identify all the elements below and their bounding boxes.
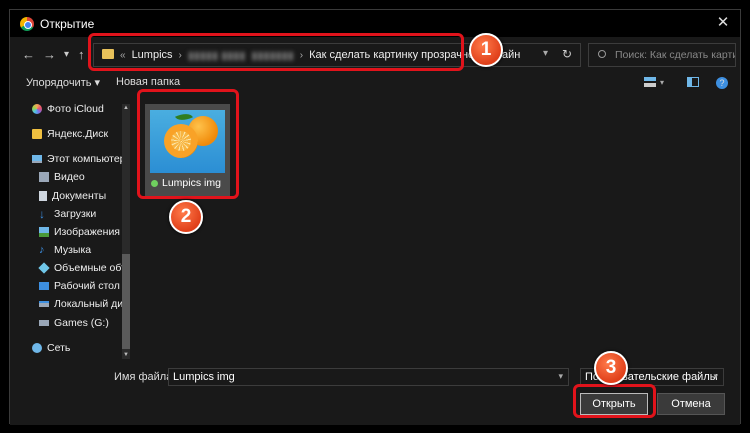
recent-locations-button[interactable]: ▾ bbox=[64, 49, 69, 60]
organize-button[interactable]: Упорядочить ▾ bbox=[26, 76, 100, 89]
step-badge-2: 2 bbox=[169, 200, 203, 234]
scroll-down-icon[interactable]: ▼ bbox=[122, 351, 130, 359]
step-badge-1: 1 bbox=[469, 33, 503, 67]
filename-label: Имя файла: bbox=[114, 371, 176, 383]
navigation-pane: Фото iCloud Яндекс.Диск Этот компьютер В… bbox=[10, 96, 132, 365]
command-bar: Упорядочить ▾ Новая папка ▾ ? bbox=[10, 73, 740, 95]
navigation-bar: ← → ▾ ↑ « Lumpics › ▮▮▮▮▮ ▮▮▮▮ ▮▮▮▮▮▮▮ ›… bbox=[10, 37, 740, 73]
open-file-dialog: Открытие ✕ ← → ▾ ↑ « Lumpics › ▮▮▮▮▮ ▮▮▮… bbox=[9, 9, 741, 425]
sidebar-item-this-pc[interactable]: Этот компьютер bbox=[32, 153, 126, 165]
video-icon bbox=[39, 172, 49, 182]
sidebar-item-icloud-photos[interactable]: Фото iCloud bbox=[32, 103, 104, 115]
sidebar-item-downloads[interactable]: ↓ Загрузки bbox=[39, 208, 96, 220]
sidebar-item-videos[interactable]: Видео bbox=[39, 171, 85, 183]
scroll-thumb[interactable] bbox=[122, 254, 130, 349]
preview-pane-icon[interactable] bbox=[687, 77, 699, 87]
breadcrumb-overflow[interactable]: « bbox=[120, 50, 126, 61]
search-icon bbox=[598, 50, 606, 58]
icloud-photos-icon bbox=[32, 104, 42, 114]
sidebar-item-3d-objects[interactable]: Объемные объ bbox=[38, 262, 128, 274]
network-icon bbox=[32, 343, 42, 353]
forward-button[interactable]: → bbox=[43, 47, 56, 62]
documents-icon bbox=[39, 191, 47, 201]
step-badge-3: 3 bbox=[594, 351, 628, 385]
sidebar-item-music[interactable]: ♪ Музыка bbox=[39, 244, 91, 256]
sidebar-scrollbar[interactable]: ▲ ▼ bbox=[122, 104, 130, 359]
drive-icon bbox=[39, 320, 49, 326]
open-button[interactable]: Открыть bbox=[580, 393, 648, 415]
view-dropdown-icon[interactable]: ▾ bbox=[660, 78, 664, 87]
file-item[interactable]: Lumpics img bbox=[145, 104, 230, 196]
desktop-icon bbox=[39, 282, 49, 290]
search-placeholder: Поиск: Как сделать картин... bbox=[615, 49, 735, 61]
help-icon[interactable]: ? bbox=[716, 77, 728, 89]
new-folder-button[interactable]: Новая папка bbox=[116, 76, 180, 88]
filename-input[interactable]: Lumpics img ▾ bbox=[168, 368, 569, 386]
address-dropdown-icon[interactable]: ▾ bbox=[543, 48, 548, 59]
3d-objects-icon bbox=[38, 262, 50, 274]
downloads-icon: ↓ bbox=[39, 207, 45, 221]
filetype-dropdown-icon[interactable]: ▾ bbox=[713, 371, 718, 382]
search-input[interactable]: Поиск: Как сделать картин... bbox=[588, 43, 736, 67]
close-button[interactable]: ✕ bbox=[712, 13, 734, 33]
computer-icon bbox=[32, 155, 42, 163]
scroll-up-icon[interactable]: ▲ bbox=[122, 104, 130, 112]
file-list: Lumpics img bbox=[134, 96, 740, 365]
file-thumbnail bbox=[150, 110, 225, 173]
change-view-icon[interactable] bbox=[644, 77, 656, 87]
breadcrumb-item-blurred[interactable]: ▮▮▮▮▮▮▮ bbox=[251, 49, 293, 62]
cancel-button[interactable]: Отмена bbox=[657, 393, 725, 415]
local-disk-icon bbox=[39, 301, 49, 307]
sidebar-item-local-disk[interactable]: Локальный дис bbox=[39, 298, 128, 310]
yandex-disk-icon bbox=[32, 129, 42, 139]
sidebar-item-yandex-disk[interactable]: Яндекс.Диск bbox=[32, 128, 108, 140]
sidebar-item-games-drive[interactable]: Games (G:) bbox=[39, 317, 109, 329]
back-button[interactable]: ← bbox=[22, 47, 35, 62]
sidebar-item-documents[interactable]: Документы bbox=[39, 190, 106, 202]
chrome-icon bbox=[20, 17, 34, 31]
sidebar-item-desktop[interactable]: Рабочий стол bbox=[39, 280, 120, 292]
breadcrumb-item[interactable]: Lumpics bbox=[132, 49, 173, 61]
file-name: Lumpics img bbox=[162, 177, 221, 189]
up-button[interactable]: ↑ bbox=[78, 47, 85, 62]
music-icon: ♪ bbox=[39, 244, 45, 256]
breadcrumb-item-blurred[interactable]: ▮▮▮▮▮ ▮▮▮▮ bbox=[188, 49, 246, 62]
refresh-icon[interactable]: ↻ bbox=[562, 47, 572, 61]
window-title: Открытие bbox=[40, 17, 95, 31]
sidebar-item-network[interactable]: Сеть bbox=[32, 342, 70, 354]
filename-dropdown-icon[interactable]: ▾ bbox=[558, 371, 563, 382]
address-bar[interactable]: « Lumpics › ▮▮▮▮▮ ▮▮▮▮ ▮▮▮▮▮▮▮ › Как сде… bbox=[93, 43, 581, 67]
folder-icon bbox=[102, 49, 114, 59]
sidebar-item-pictures[interactable]: Изображения bbox=[39, 226, 120, 238]
title-bar: Открытие ✕ bbox=[10, 10, 740, 37]
sync-status-icon bbox=[151, 179, 158, 187]
file-name-panel: Имя файла: Lumpics img ▾ Пользовательски… bbox=[10, 365, 740, 425]
pictures-icon bbox=[39, 227, 49, 237]
